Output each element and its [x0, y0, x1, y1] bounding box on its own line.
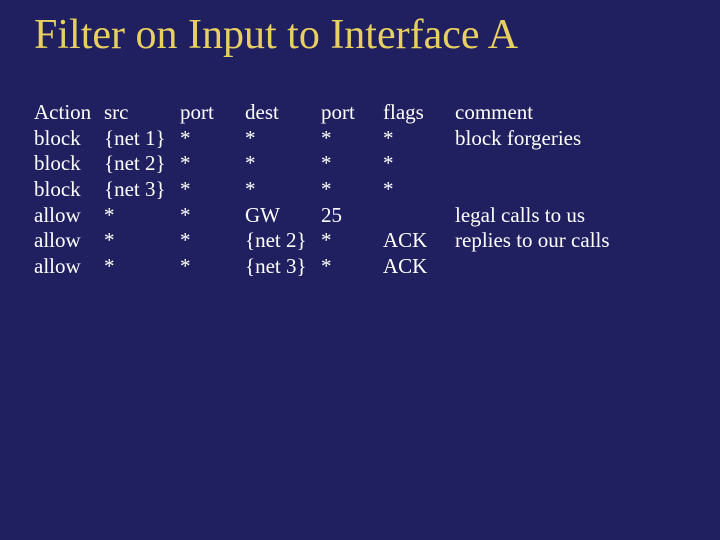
header-row: Action src port dest port flags comment — [34, 100, 696, 126]
cell-flags: * — [383, 126, 455, 152]
table-row: allow * * {net 3} * ACK — [34, 254, 696, 280]
cell-port1: * — [180, 203, 245, 229]
cell-comment: replies to our calls — [455, 228, 696, 254]
cell-comment — [455, 177, 696, 203]
cell-flags: ACK — [383, 254, 455, 280]
header-dest: dest — [245, 100, 321, 126]
cell-src: * — [104, 228, 180, 254]
cell-flags: * — [383, 177, 455, 203]
cell-src: {net 2} — [104, 151, 180, 177]
cell-src: {net 3} — [104, 177, 180, 203]
cell-comment — [455, 254, 696, 280]
table-row: allow * * GW 25 legal calls to us — [34, 203, 696, 229]
header-flags: flags — [383, 100, 455, 126]
header-action: Action — [34, 100, 104, 126]
slide-title: Filter on Input to Interface A — [34, 12, 696, 58]
header-port1: port — [180, 100, 245, 126]
cell-comment: legal calls to us — [455, 203, 696, 229]
cell-flags: * — [383, 151, 455, 177]
cell-action: allow — [34, 228, 104, 254]
cell-dest: * — [245, 177, 321, 203]
cell-port1: * — [180, 177, 245, 203]
cell-action: block — [34, 126, 104, 152]
cell-port2: * — [321, 254, 383, 280]
cell-flags: ACK — [383, 228, 455, 254]
slide: Filter on Input to Interface A Action sr… — [0, 0, 720, 540]
cell-port2: * — [321, 151, 383, 177]
cell-port2: 25 — [321, 203, 383, 229]
cell-flags — [383, 203, 455, 229]
table-row: block {net 1} * * * * block forgeries — [34, 126, 696, 152]
cell-dest: {net 3} — [245, 254, 321, 280]
cell-port2: * — [321, 126, 383, 152]
cell-src: * — [104, 254, 180, 280]
cell-src: {net 1} — [104, 126, 180, 152]
cell-dest: * — [245, 126, 321, 152]
cell-action: allow — [34, 203, 104, 229]
cell-action: block — [34, 151, 104, 177]
table-row: block {net 3} * * * * — [34, 177, 696, 203]
cell-port1: * — [180, 126, 245, 152]
cell-port1: * — [180, 254, 245, 280]
cell-port2: * — [321, 177, 383, 203]
cell-comment: block forgeries — [455, 126, 696, 152]
table-row: block {net 2} * * * * — [34, 151, 696, 177]
cell-action: block — [34, 177, 104, 203]
cell-dest: GW — [245, 203, 321, 229]
cell-action: allow — [34, 254, 104, 280]
header-port2: port — [321, 100, 383, 126]
cell-comment — [455, 151, 696, 177]
cell-port1: * — [180, 151, 245, 177]
cell-port1: * — [180, 228, 245, 254]
cell-dest: * — [245, 151, 321, 177]
cell-dest: {net 2} — [245, 228, 321, 254]
header-src: src — [104, 100, 180, 126]
cell-src: * — [104, 203, 180, 229]
header-comment: comment — [455, 100, 696, 126]
filter-table: Action src port dest port flags comment … — [34, 100, 696, 279]
cell-port2: * — [321, 228, 383, 254]
table-row: allow * * {net 2} * ACK replies to our c… — [34, 228, 696, 254]
